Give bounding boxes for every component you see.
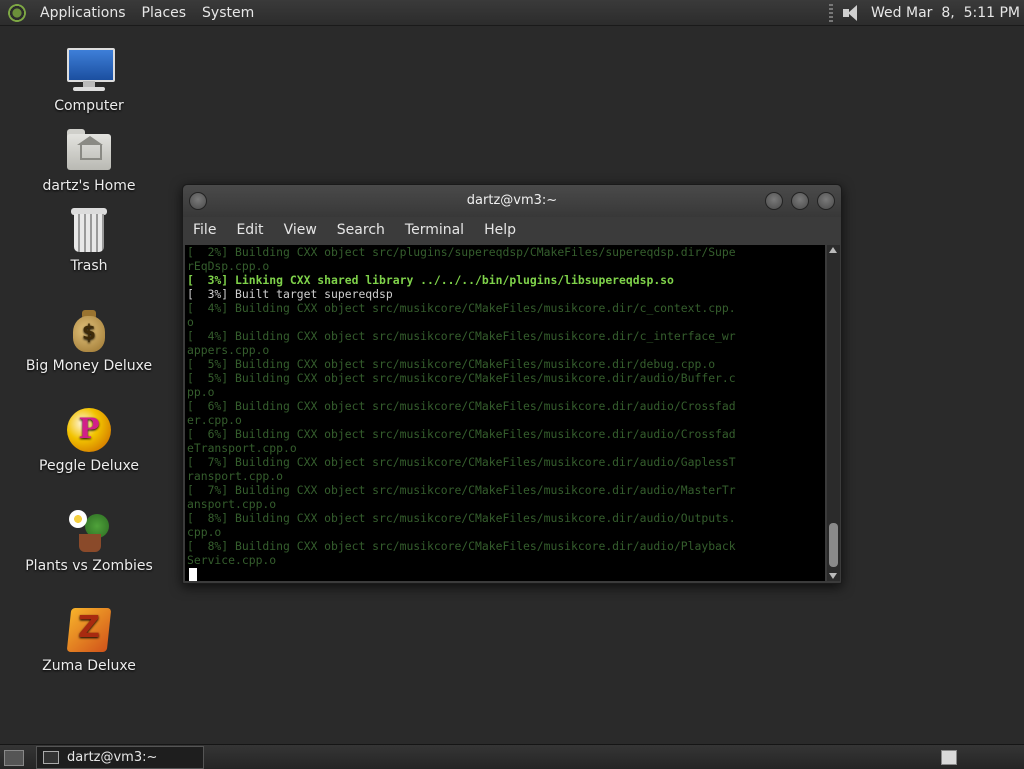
money-bag-icon: $ [65,306,113,354]
window-title: dartz@vm3:~ [466,193,558,208]
terminal-line: [ 5%] Building CXX object src/musikcore/… [187,371,736,385]
window-titlebar[interactable]: dartz@vm3:~ [183,185,841,217]
terminal-line: o [187,315,194,329]
home-folder-icon [65,126,113,174]
desktop-icon-label: Zuma Deluxe [42,658,136,674]
desktop-icon-label: Big Money Deluxe [25,358,153,374]
text-cursor [189,568,197,581]
applications-menu[interactable]: Applications [32,5,134,21]
desktop-icon-computer[interactable]: Computer [14,46,164,114]
terminal-menubar: File Edit View Search Terminal Help [183,217,841,243]
clock[interactable]: Wed Mar 8, 5:11 PM [871,5,1020,21]
peggle-icon: P [65,406,113,454]
trash-icon [65,206,113,254]
computer-icon [65,46,115,94]
menu-terminal[interactable]: Terminal [395,222,474,238]
terminal-line: [ 5%] Building CXX object src/musikcore/… [187,357,716,371]
zuma-icon: Z [65,606,113,654]
desktop-icon-label: Plants vs Zombies [25,558,153,574]
desktop-icon-zuma[interactable]: Z Zuma Deluxe [14,606,164,674]
desktop-icon-label: Peggle Deluxe [39,458,139,474]
desktop-icon-label: Trash [70,258,108,274]
menu-view[interactable]: View [274,222,327,238]
desktop-icon-label: Computer [54,98,124,114]
terminal-line: [ 7%] Building CXX object src/musikcore/… [187,455,736,469]
terminal-line: [ 4%] Building CXX object src/musikcore/… [187,301,736,315]
terminal-line: [ 6%] Building CXX object src/musikcore/… [187,399,736,413]
desktop-icon-trash[interactable]: Trash [14,206,164,274]
terminal-line: [ 3%] Linking CXX shared library ../../.… [187,273,674,287]
terminal-line: rEqDsp.cpp.o [187,259,270,273]
terminal-lines: [ 2%] Building CXX object src/plugins/su… [185,245,825,567]
terminal-scrollbar[interactable] [827,245,840,581]
plants-vs-zombies-icon [65,506,113,554]
desktop-icon-label: dartz's Home [42,178,136,194]
taskbar-window-label: dartz@vm3:~ [67,750,158,765]
close-button[interactable] [817,192,835,210]
terminal-line: [ 8%] Building CXX object src/musikcore/… [187,511,736,525]
menu-file[interactable]: File [183,222,226,238]
desktop-icon-plants-vs-zombies[interactable]: Plants vs Zombies [14,506,164,574]
desktop-icon-big-money[interactable]: $ Big Money Deluxe [14,306,164,374]
menu-search[interactable]: Search [327,222,395,238]
terminal-line: Service.cpp.o [187,553,277,567]
window-menu-icon[interactable] [189,192,207,210]
terminal-line: [ 4%] Building CXX object src/musikcore/… [187,329,736,343]
terminal-line: er.cpp.o [187,413,242,427]
terminal-line: [ 7%] Building CXX object src/musikcore/… [187,483,736,497]
places-menu[interactable]: Places [134,5,195,21]
terminal-line: [ 2%] Building CXX object src/plugins/su… [187,245,736,259]
volume-icon[interactable] [841,4,863,22]
show-desktop-icon[interactable] [4,750,24,766]
distro-logo-icon[interactable] [8,3,26,22]
maximize-button[interactable] [791,192,809,210]
taskbar-window-button[interactable]: dartz@vm3:~ [36,746,204,769]
terminal-output[interactable]: [ 2%] Building CXX object src/plugins/su… [185,245,825,581]
terminal-line: [ 8%] Building CXX object src/musikcore/… [187,539,736,553]
panel-tray: Wed Mar 8, 5:11 PM [829,3,1024,22]
terminal-icon [43,751,59,764]
minimize-button[interactable] [765,192,783,210]
desktop-icon-home[interactable]: dartz's Home [14,126,164,194]
terminal-line: ansport.cpp.o [187,497,277,511]
terminal-line: [ 6%] Building CXX object src/musikcore/… [187,427,736,441]
terminal-line: eTransport.cpp.o [187,441,297,455]
workspace-switcher[interactable] [941,750,957,765]
bottom-panel: dartz@vm3:~ [0,744,1024,769]
terminal-line: [ 3%] Built target supereqdsp [187,287,393,301]
prompt-line [185,567,825,581]
terminal-line: ransport.cpp.o [187,469,284,483]
top-panel: Applications Places System Wed Mar 8, 5:… [0,0,1024,26]
menu-edit[interactable]: Edit [226,222,273,238]
terminal-line: appers.cpp.o [187,343,270,357]
panel-handle-icon[interactable] [829,3,834,22]
desktop-icon-peggle[interactable]: P Peggle Deluxe [14,406,164,474]
terminal-line: pp.o [187,385,215,399]
terminal-line: cpp.o [187,525,222,539]
menu-help[interactable]: Help [474,222,526,238]
system-menu[interactable]: System [194,5,262,21]
scroll-down-icon[interactable] [829,573,837,579]
terminal-window[interactable]: dartz@vm3:~ File Edit View Search Termin… [182,184,842,584]
scroll-up-icon[interactable] [829,247,837,253]
scrollbar-thumb[interactable] [829,523,838,567]
